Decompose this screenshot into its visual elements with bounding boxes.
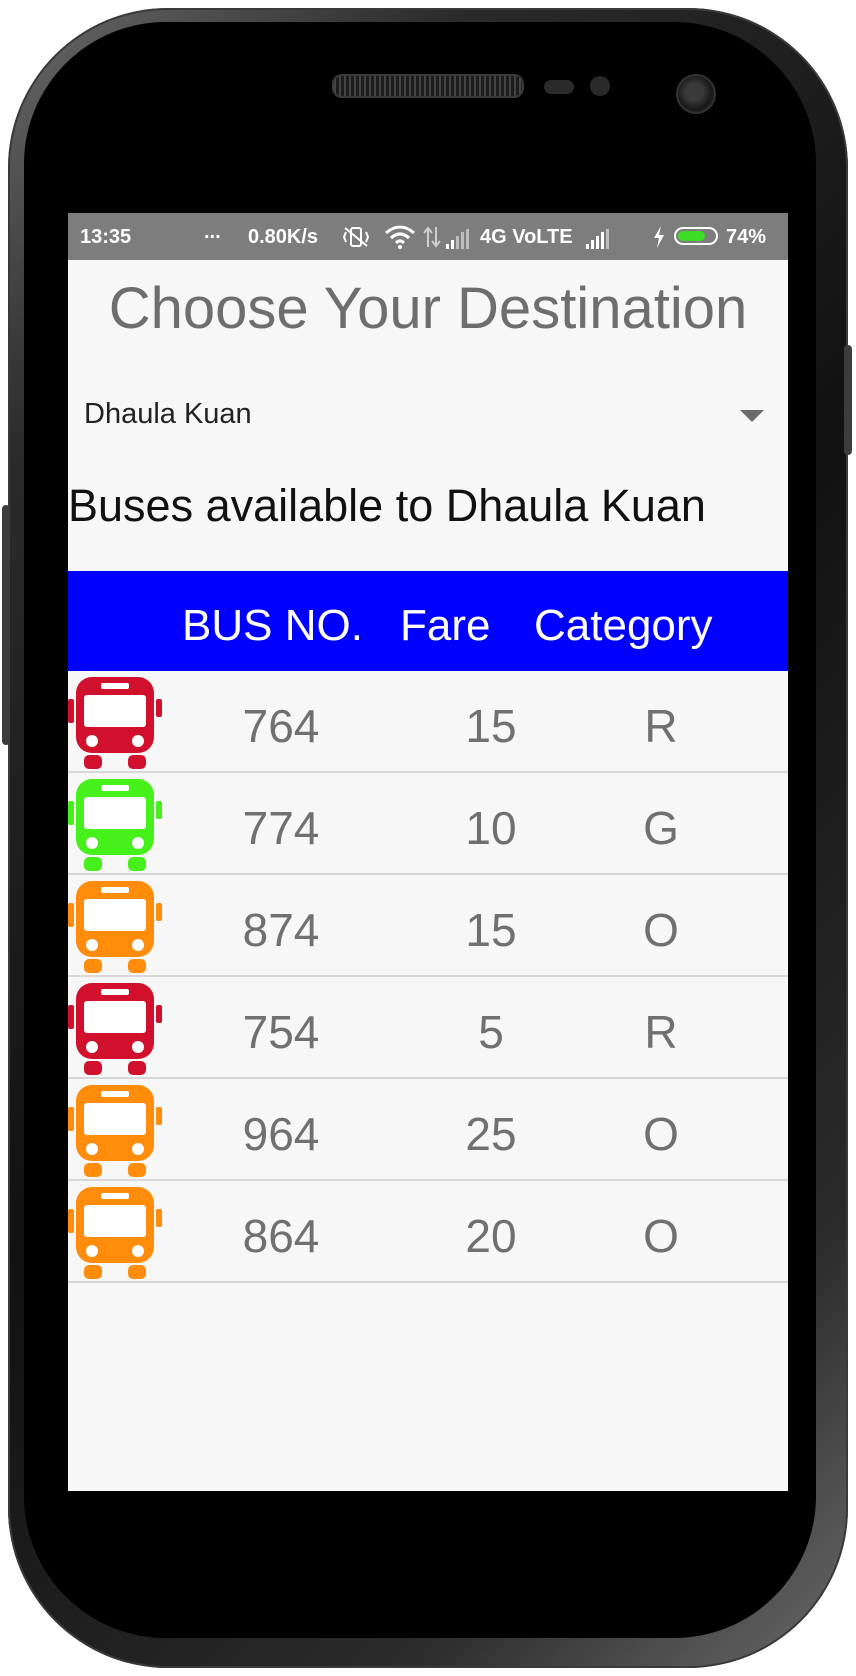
destination-dropdown[interactable]: Dhaula Kuan xyxy=(84,380,772,436)
bus-category: O xyxy=(643,1108,679,1160)
bus-icon xyxy=(68,677,162,769)
status-network-type: 4G VoLTE xyxy=(480,226,573,248)
status-battery-percent: 74% xyxy=(726,226,767,248)
destination-selected-value: Dhaula Kuan xyxy=(84,398,252,430)
bus-row-774[interactable]: 774 10 G xyxy=(68,773,788,875)
status-bar: 13:35 ... 0.80K/s 4G VoLTE 74% xyxy=(68,213,788,260)
caret-down-icon[interactable] xyxy=(740,410,764,422)
signal-bars-icon-2 xyxy=(586,229,609,249)
signal-bars-icon xyxy=(446,229,469,249)
front-camera xyxy=(676,74,716,114)
bus-icon xyxy=(68,1187,162,1279)
buses-available-heading: Buses available to Dhaula Kuan xyxy=(68,480,706,531)
proximity-sensor xyxy=(544,80,574,94)
status-more-dots: ... xyxy=(204,221,221,243)
header-fare: Fare xyxy=(400,601,491,650)
bus-category: R xyxy=(644,700,678,752)
bus-number: 754 xyxy=(242,1006,320,1058)
battery-fill xyxy=(678,231,705,241)
earpiece-speaker xyxy=(332,74,524,98)
vibrate-off-icon xyxy=(342,227,370,247)
charging-bolt-icon xyxy=(654,226,664,248)
data-transfer-icon xyxy=(423,226,441,248)
header-category: Category xyxy=(534,601,713,650)
bus-number: 874 xyxy=(242,904,320,956)
power-button xyxy=(844,345,852,455)
bus-row-764[interactable]: 764 15 R xyxy=(68,671,788,773)
bus-category: O xyxy=(643,1210,679,1262)
bus-fare: 20 xyxy=(465,1210,517,1262)
status-net-speed: 0.80K/s xyxy=(248,226,319,248)
app-screen: 13:35 ... 0.80K/s 4G VoLTE 74% Choose Yo… xyxy=(68,213,788,1491)
volume-button xyxy=(2,505,10,745)
bus-icon xyxy=(68,1085,162,1177)
bus-fare: 15 xyxy=(465,904,517,956)
light-sensor xyxy=(590,76,610,96)
battery-icon xyxy=(674,227,718,245)
bus-number: 964 xyxy=(242,1108,320,1160)
bus-number: 764 xyxy=(242,700,320,752)
bus-category: O xyxy=(643,904,679,956)
bus-category: R xyxy=(644,1006,678,1058)
bus-number: 774 xyxy=(242,802,320,854)
status-time: 13:35 xyxy=(80,226,132,248)
wifi-icon xyxy=(385,225,415,249)
header-bus-no: BUS NO. xyxy=(182,601,363,650)
bus-list: 764 15 R 774 10 G 874 15 O 754 5 R 964 2… xyxy=(68,671,788,1283)
bus-category: G xyxy=(643,802,679,854)
bus-row-864[interactable]: 864 20 O xyxy=(68,1181,788,1283)
bus-fare: 10 xyxy=(465,802,517,854)
bus-number: 864 xyxy=(242,1210,320,1262)
bus-row-964[interactable]: 964 25 O xyxy=(68,1079,788,1181)
bus-icon xyxy=(68,881,162,973)
bus-icon xyxy=(68,983,162,1075)
table-header: BUS NO. Fare Category xyxy=(68,571,788,671)
bus-fare: 25 xyxy=(465,1108,517,1160)
bus-row-754[interactable]: 754 5 R xyxy=(68,977,788,1079)
bus-fare: 15 xyxy=(465,700,517,752)
bus-fare: 5 xyxy=(478,1006,504,1058)
bus-row-874[interactable]: 874 15 O xyxy=(68,875,788,977)
bus-icon xyxy=(68,779,162,871)
page-title: Choose Your Destination xyxy=(108,276,748,341)
